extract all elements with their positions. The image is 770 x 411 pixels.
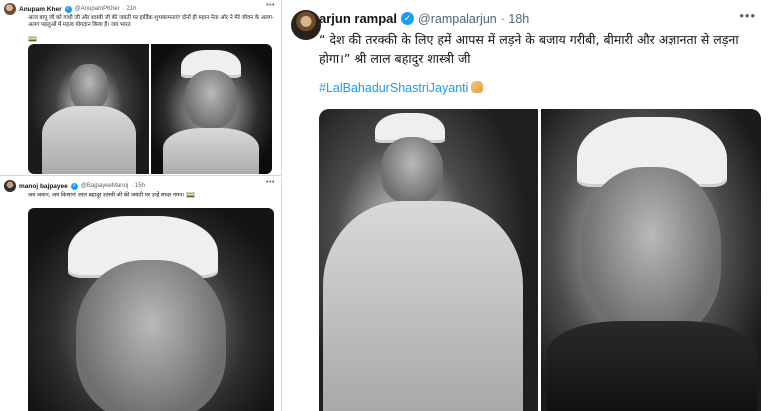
- india-flag-icon: [28, 35, 37, 42]
- author-handle[interactable]: @rampalarjun: [418, 12, 497, 26]
- coat: [547, 321, 757, 411]
- tweet-header: Anupam Kher ✓ @AnupamPKher · 21h: [4, 3, 136, 15]
- face: [381, 137, 443, 203]
- face: [581, 167, 721, 337]
- verified-check-icon: ✓: [401, 12, 415, 25]
- avatar[interactable]: [4, 180, 16, 192]
- tweet-text-body: जय जवान, जय किसान! लाल बहादुर शास्त्री ज…: [28, 192, 185, 199]
- author-name[interactable]: arjun rampal: [319, 11, 397, 26]
- face: [76, 260, 226, 411]
- shastri-portrait-photo[interactable]: [541, 109, 761, 411]
- tweet-text: जय जवान, जय किसान! लाल बहादुर शास्त्री ज…: [28, 192, 274, 199]
- shastri-closeup-photo[interactable]: [28, 208, 274, 411]
- tweet-manoj-bajpayee[interactable]: manoj bajpayee ✓ @BajpayeeManoj · 15h ••…: [0, 177, 282, 411]
- tweet-header: arjun rampal ✓ @rampalarjun · 18h: [319, 11, 529, 26]
- author-handle[interactable]: @AnupamPKher: [75, 6, 120, 12]
- tweet-text: आज बापू जी को गांधी जी और शास्त्री जी की…: [28, 15, 274, 28]
- hashtag-link[interactable]: #LalBahadurShastriJayanti: [319, 81, 484, 95]
- tweet-text: “ देश की तरक्की के लिए हमें आपस में लड़न…: [319, 32, 739, 66]
- robe: [323, 201, 523, 411]
- gandhi-photo[interactable]: [28, 44, 149, 174]
- tweet-time[interactable]: · 18h: [501, 12, 530, 26]
- tweet-time[interactable]: · 15h: [131, 183, 145, 189]
- shastri-photo[interactable]: [151, 44, 272, 174]
- robe: [42, 106, 136, 174]
- folded-hands-icon: [471, 81, 484, 93]
- tweet-time[interactable]: · 21h: [123, 6, 137, 12]
- india-flag-icon: [186, 192, 196, 198]
- verified-check-icon: ✓: [70, 182, 78, 190]
- face: [185, 70, 237, 128]
- tweet-media[interactable]: [319, 109, 761, 411]
- author-name[interactable]: Anupam Kher: [19, 6, 62, 13]
- face: [70, 64, 108, 110]
- author-name[interactable]: manoj bajpayee: [19, 183, 68, 190]
- hashtag-text[interactable]: #LalBahadurShastriJayanti: [319, 81, 468, 95]
- more-icon[interactable]: •••: [266, 2, 275, 9]
- tweet-media[interactable]: [28, 44, 272, 174]
- tweet-arjun-rampal[interactable]: arjun rampal ✓ @rampalarjun · 18h ••• “ …: [283, 0, 770, 411]
- verified-check-icon: ✓: [64, 5, 72, 13]
- avatar[interactable]: [291, 10, 321, 40]
- author-handle[interactable]: @BajpayeeManoj: [81, 183, 128, 189]
- shastri-standing-photo[interactable]: [319, 109, 538, 411]
- more-icon[interactable]: •••: [739, 8, 756, 23]
- avatar[interactable]: [4, 3, 16, 15]
- robe: [163, 128, 259, 174]
- tweet-anupam-kher[interactable]: Anupam Kher ✓ @AnupamPKher · 21h ••• आज …: [0, 0, 282, 176]
- tweet-collage: Anupam Kher ✓ @AnupamPKher · 21h ••• आज …: [0, 0, 770, 411]
- tweet-header: manoj bajpayee ✓ @BajpayeeManoj · 15h: [4, 180, 145, 192]
- more-icon[interactable]: •••: [266, 179, 275, 186]
